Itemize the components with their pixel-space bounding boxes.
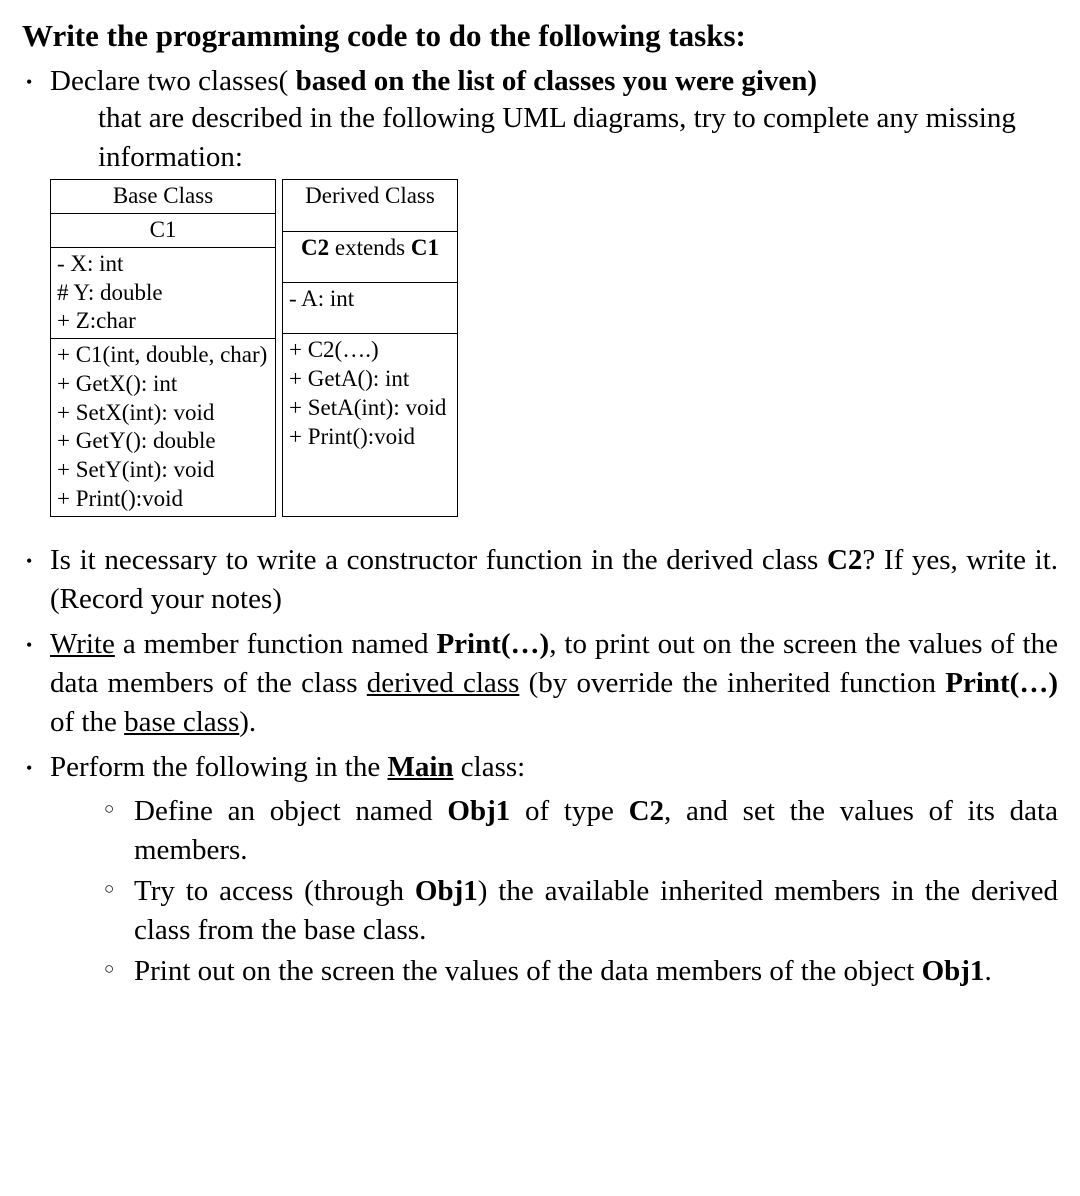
text: of the	[50, 706, 124, 738]
text-continuation: that are described in the following UML …	[50, 99, 1058, 177]
text: extends	[329, 235, 411, 260]
text: Perform the following in the	[50, 751, 387, 783]
text-bold: C2	[827, 544, 862, 576]
text: Print out on the screen the values of th…	[134, 955, 922, 987]
uml-methods: + C2(….) + GetA(): int + SetA(int): void…	[283, 334, 458, 516]
text: (by override the inherited function	[519, 667, 945, 699]
uml-class-name: C1	[51, 214, 276, 248]
subtask-access-members: Try to access (through Obj1) the availab…	[98, 872, 1058, 950]
uml-attributes: - X: int # Y: double + Z:char	[51, 247, 276, 338]
subtask-print-values: Print out on the screen the values of th…	[98, 952, 1058, 991]
text-bold: Obj1	[447, 795, 510, 827]
text: ).	[239, 706, 256, 738]
text-bold: based on the list of classes you were gi…	[288, 65, 817, 97]
page-title: Write the programming code to do the fol…	[22, 18, 1058, 54]
text: a member function named	[115, 628, 437, 660]
text-bold: Obj1	[415, 875, 478, 907]
text: of type	[510, 795, 628, 827]
task-main-class: Perform the following in the Main class:…	[22, 748, 1058, 991]
document-page: Write the programming code to do the fol…	[0, 0, 1080, 1037]
uml-derived-class: Derived Class C2 extends C1 - A: int + C…	[282, 179, 458, 516]
text-bold-underline: Main	[387, 751, 453, 783]
subtask-list: Define an object named Obj1 of type C2, …	[50, 792, 1058, 992]
uml-header: Base Class	[51, 180, 276, 214]
text: Try to access (through	[134, 875, 415, 907]
task-list: Declare two classes( based on the list o…	[22, 62, 1058, 991]
text: Define an object named	[134, 795, 447, 827]
text-bold: C2	[629, 795, 664, 827]
task-constructor-question: Is it necessary to write a constructor f…	[22, 541, 1058, 619]
text-underline: Write	[50, 628, 115, 660]
uml-attributes: - A: int	[283, 282, 458, 333]
text-bold: C2	[301, 235, 329, 260]
text: .	[984, 955, 991, 987]
subtask-define-obj: Define an object named Obj1 of type C2, …	[98, 792, 1058, 870]
task-write-print: Write a member function named Print(…), …	[22, 625, 1058, 742]
task-declare-classes: Declare two classes( based on the list o…	[22, 62, 1058, 517]
text: Is it necessary to write a constructor f…	[50, 544, 827, 576]
text-bold: Print(…)	[436, 628, 549, 660]
text: Declare two classes(	[50, 65, 288, 97]
uml-header: Derived Class	[283, 180, 458, 231]
uml-diagrams: Base Class C1 - X: int # Y: double + Z:c…	[50, 179, 1058, 516]
uml-class-name: C2 extends C1	[283, 231, 458, 282]
text-underline: derived class	[367, 667, 520, 699]
uml-methods: + C1(int, double, char) + GetX(): int + …	[51, 339, 276, 517]
text-bold: Print(…)	[945, 667, 1058, 699]
text-bold: Obj1	[922, 955, 985, 987]
text: class:	[454, 751, 526, 783]
text-underline: base class	[124, 706, 239, 738]
text-bold: C1	[411, 235, 439, 260]
uml-base-class: Base Class C1 - X: int # Y: double + Z:c…	[50, 179, 276, 516]
